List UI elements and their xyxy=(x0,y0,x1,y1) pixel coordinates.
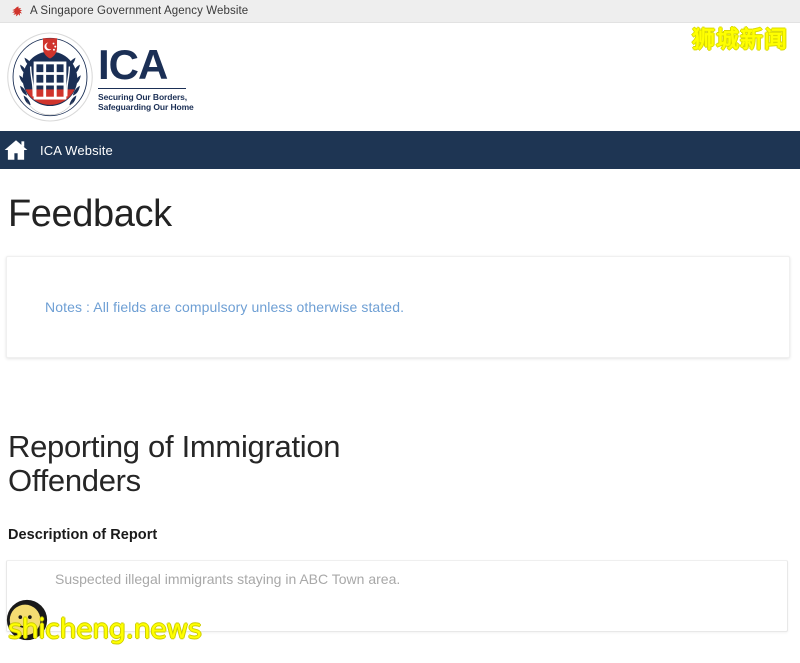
notes-text: Notes : All fields are compulsory unless… xyxy=(45,298,405,315)
notes-card: Notes : All fields are compulsory unless… xyxy=(6,255,790,358)
government-banner: A Singapore Government Agency Website xyxy=(0,0,800,23)
description-of-report-input[interactable] xyxy=(6,560,788,633)
form-section-title: Reporting of Immigration Offenders xyxy=(8,428,341,499)
wordmark-divider xyxy=(98,87,186,89)
ica-tagline-line1: Securing Our Borders, xyxy=(98,91,188,102)
page-content: Feedback Notes : All fields are compulso… xyxy=(0,169,800,633)
ica-wordmark-text: ICA xyxy=(98,40,168,88)
singapore-lion-icon xyxy=(12,5,23,16)
ica-wordmark: ICA Securing Our Borders, Safeguarding O… xyxy=(98,41,194,114)
branding-header: ICA Securing Our Borders, Safeguarding O… xyxy=(0,23,800,131)
page-title: Feedback xyxy=(8,193,172,235)
ica-tagline-line2: Safeguarding Our Home xyxy=(98,102,194,113)
feedback-form-section: Reporting of Immigration Offenders Descr… xyxy=(0,358,800,633)
description-of-report-label: Description of Report xyxy=(8,527,158,544)
government-banner-text: A Singapore Government Agency Website xyxy=(30,5,249,17)
nav-link-ica-website[interactable]: ICA Website xyxy=(40,143,113,158)
ica-crest-icon xyxy=(7,32,93,122)
home-icon[interactable] xyxy=(2,137,30,163)
site-navigation-bar: ICA Website xyxy=(0,131,800,169)
